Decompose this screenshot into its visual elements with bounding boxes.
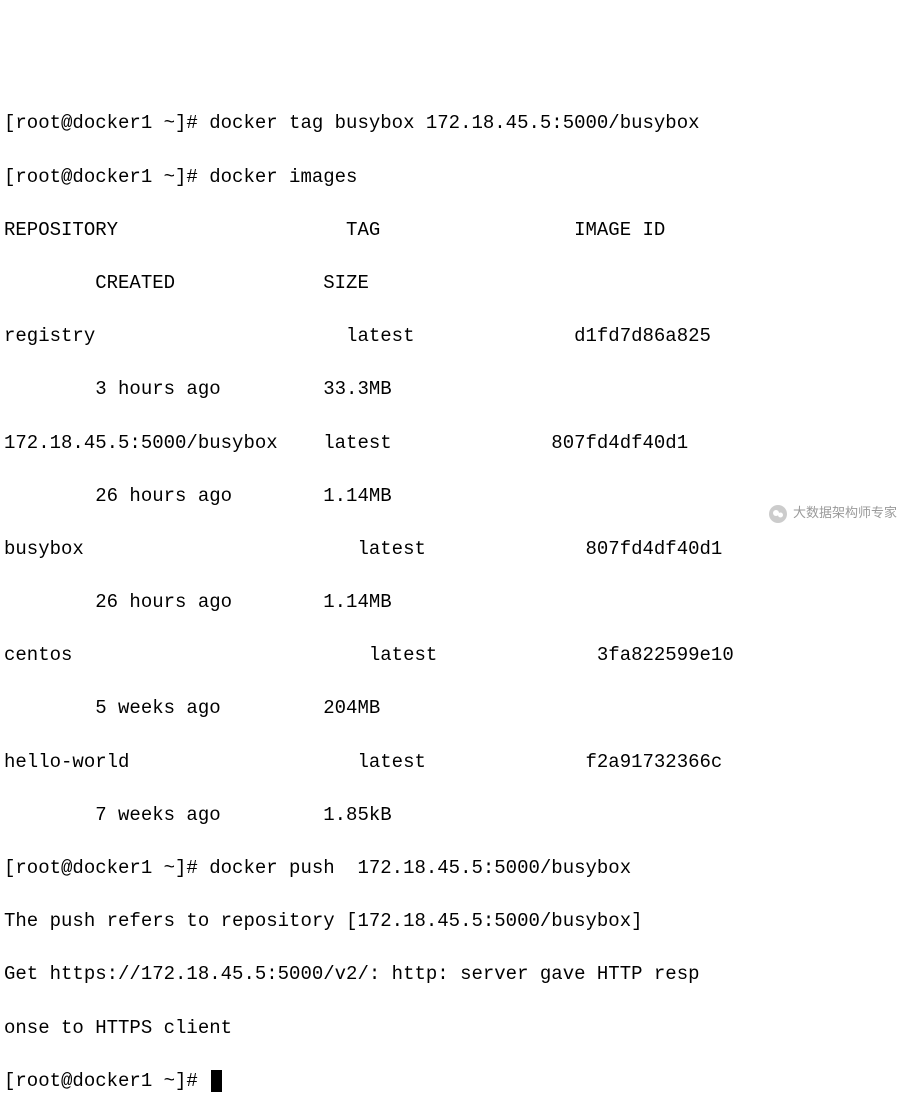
wechat-icon xyxy=(769,505,787,523)
terminal-line-command: [root@docker1 ~]# docker push 172.18.45.… xyxy=(4,855,913,882)
terminal-prompt: [root@docker1 ~]# xyxy=(4,1070,209,1092)
terminal-line-output: registry latest d1fd7d86a825 xyxy=(4,323,913,350)
terminal-line-command: [root@docker1 ~]# docker images xyxy=(4,164,913,191)
terminal-line-error: onse to HTTPS client xyxy=(4,1015,913,1042)
terminal-line-output: centos latest 3fa822599e10 xyxy=(4,642,913,669)
watermark-text: 大数据架构师专家 xyxy=(793,505,897,523)
terminal-line-header: CREATED SIZE xyxy=(4,270,913,297)
terminal-line-output: busybox latest 807fd4df40d1 xyxy=(4,536,913,563)
terminal-line-output: 5 weeks ago 204MB xyxy=(4,695,913,722)
terminal-line-output: The push refers to repository [172.18.45… xyxy=(4,908,913,935)
terminal-line-output: 172.18.45.5:5000/busybox latest 807fd4df… xyxy=(4,430,913,457)
terminal-line-output: 3 hours ago 33.3MB xyxy=(4,376,913,403)
watermark: 大数据架构师专家 xyxy=(765,503,901,525)
terminal-line-command: [root@docker1 ~]# docker tag busybox 172… xyxy=(4,110,913,137)
terminal-line-header: REPOSITORY TAG IMAGE ID xyxy=(4,217,913,244)
terminal-line-output: 7 weeks ago 1.85kB xyxy=(4,802,913,829)
terminal-line-error: Get https://172.18.45.5:5000/v2/: http: … xyxy=(4,961,913,988)
terminal-line-output: 26 hours ago 1.14MB xyxy=(4,589,913,616)
terminal-line-output: hello-world latest f2a91732366c xyxy=(4,749,913,776)
terminal-cursor xyxy=(211,1070,222,1092)
terminal-prompt-line[interactable]: [root@docker1 ~]# xyxy=(4,1068,913,1095)
